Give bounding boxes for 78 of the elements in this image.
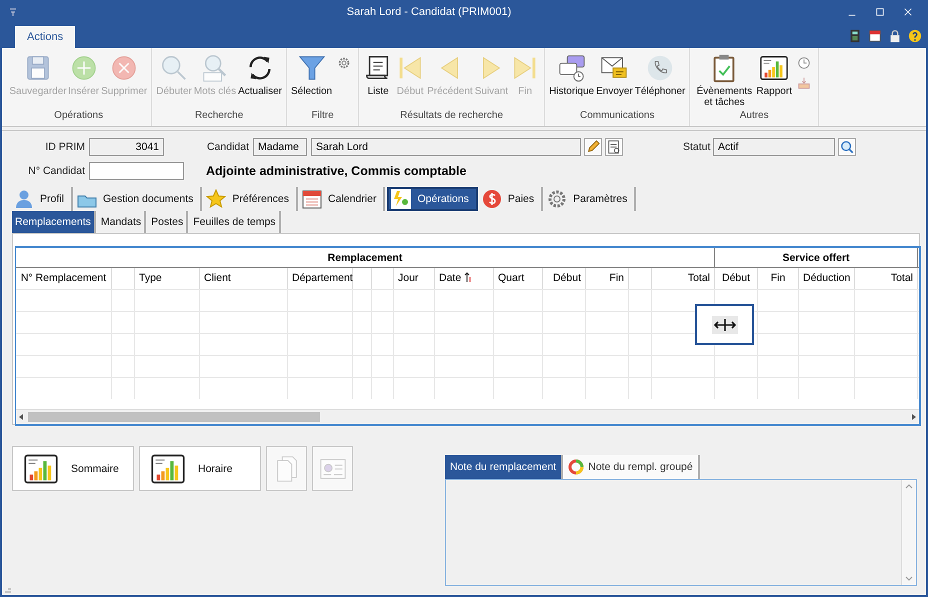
number-field[interactable]: [89, 162, 184, 180]
column-header[interactable]: Début: [715, 268, 758, 289]
column-header[interactable]: Fin: [758, 268, 799, 289]
note-tab[interactable]: Note du remplacement: [445, 455, 564, 479]
search-icon: [840, 140, 854, 154]
group-label: Résultats de recherche: [399, 110, 504, 123]
field-label: N° Candidat: [27, 165, 86, 177]
tab[interactable]: Calendrier: [300, 187, 386, 211]
calendar-icon: [302, 189, 322, 209]
column-header[interactable]: Département: [288, 268, 353, 289]
clock-icon[interactable]: [796, 56, 811, 70]
help-icon[interactable]: [908, 29, 922, 43]
ribbon-button[interactable]: Envoyer: [595, 52, 634, 98]
lock-icon[interactable]: [888, 29, 902, 43]
report-button[interactable]: Horaire: [139, 446, 261, 491]
column-header[interactable]: Total: [855, 268, 918, 289]
group-label: Filtre: [310, 110, 335, 123]
note-tab[interactable]: Note du rempl. groupé: [563, 455, 700, 479]
group-label: Opérations: [53, 110, 104, 123]
column-header[interactable]: Total: [652, 268, 715, 289]
tab[interactable]: Opérations: [387, 187, 478, 211]
person-icon: [14, 189, 34, 209]
column-header[interactable]: Fin: [586, 268, 629, 289]
group-header: Remplacement: [16, 248, 715, 267]
column-header[interactable]: Déduction: [799, 268, 855, 289]
star-icon: [206, 189, 226, 209]
ribbon-button[interactable]: Liste: [362, 52, 394, 98]
subtab[interactable]: Remplacements: [12, 211, 96, 233]
report-button[interactable]: Sommaire: [12, 446, 134, 491]
document-icon: [607, 140, 621, 154]
edit-button[interactable]: [584, 138, 602, 156]
tray-icon[interactable]: [796, 76, 811, 90]
field-label: ID PRIM: [44, 141, 86, 153]
id-field[interactable]: 3041: [89, 138, 164, 156]
chat-bubbles-icon: [556, 53, 587, 83]
group-label: Communications: [578, 110, 656, 123]
bar-chart-icon: [759, 53, 790, 83]
ring-chart-icon: [568, 459, 584, 475]
ribbon-tab[interactable]: Actions: [15, 26, 76, 48]
group-label: Autres: [738, 110, 770, 123]
scrollbar-thumb[interactable]: [28, 412, 320, 422]
column-header[interactable]: Type: [135, 268, 200, 289]
pencil-icon: [586, 140, 600, 154]
tab[interactable]: Paramètres: [545, 187, 636, 211]
ribbon-button[interactable]: Évènements et tâches: [693, 52, 756, 109]
scroll-down-icon: [905, 576, 913, 582]
window-title: Sarah Lord - Candidat (PRIM001): [346, 6, 512, 18]
group-label: Recherche: [194, 110, 244, 123]
field-label: Candidat: [206, 141, 250, 153]
cv-button[interactable]: [605, 138, 623, 156]
column-header[interactable]: Client: [200, 268, 288, 289]
tab[interactable]: Paies: [480, 187, 544, 211]
name-field[interactable]: Sarah Lord: [311, 138, 581, 156]
salutation-field[interactable]: Madame: [253, 138, 307, 156]
status-field[interactable]: Actif: [713, 138, 835, 156]
field-label: Statut: [683, 141, 712, 153]
search-button[interactable]: [838, 138, 856, 156]
column-header[interactable]: N° Remplacement: [16, 268, 112, 289]
pin-icon: [8, 7, 18, 17]
column-header[interactable]: Quart: [494, 268, 543, 289]
column-header[interactable]: Jour: [394, 268, 435, 289]
dollar-icon: [482, 189, 502, 209]
calculator-icon[interactable]: [848, 29, 862, 43]
job-title: Adjointe administrative, Commis comptable: [206, 164, 466, 178]
calendar-icon[interactable]: [868, 29, 882, 43]
scroll-up-icon: [905, 483, 913, 489]
column-header[interactable]: Début: [543, 268, 586, 289]
ribbon-button[interactable]: Sélection: [290, 52, 334, 98]
ribbon-button[interactable]: Rapport: [755, 52, 793, 98]
tab[interactable]: Préférences: [204, 187, 298, 211]
ribbon-button[interactable]: Actualiser: [237, 52, 283, 98]
group-header: Service offert: [715, 248, 918, 267]
column-header[interactable]: Date: [435, 268, 494, 289]
ribbon-button[interactable]: Historique: [548, 52, 596, 98]
settings-icon[interactable]: [337, 56, 352, 70]
move-cursor-icon: [712, 316, 738, 334]
settings-icon: [547, 189, 568, 209]
ribbon-button[interactable]: Téléphoner: [634, 52, 686, 98]
